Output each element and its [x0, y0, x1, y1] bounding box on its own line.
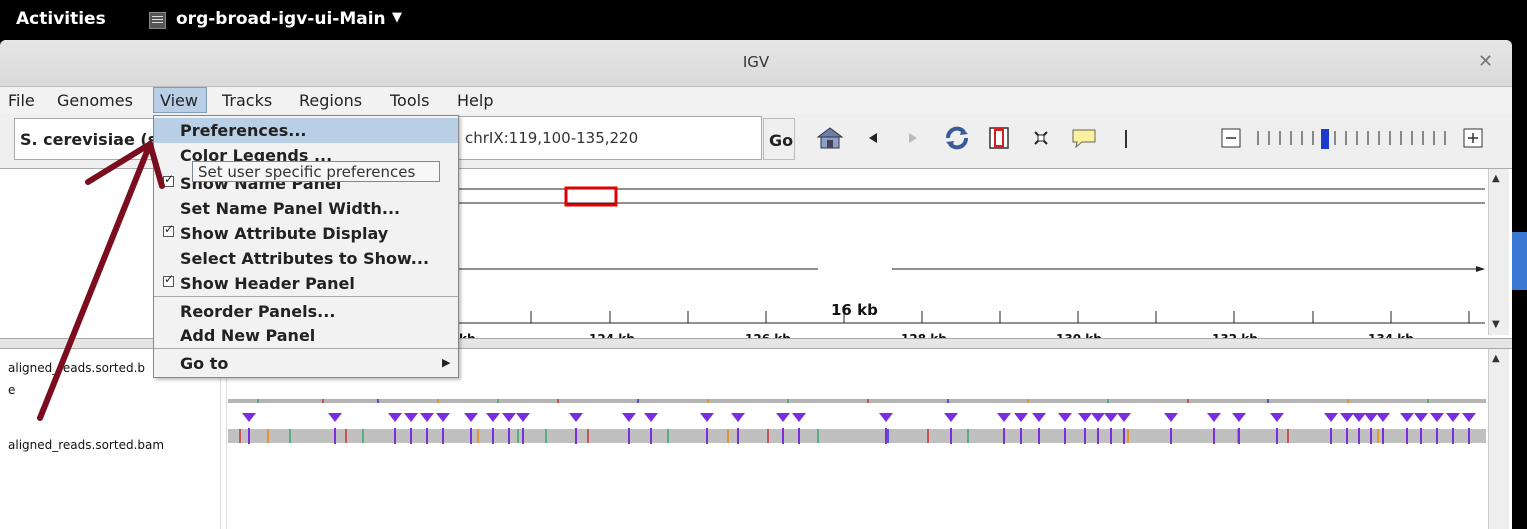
activities-button[interactable]: Activities — [16, 9, 106, 29]
menu-item-show-attribute-display[interactable]: Show Attribute Display — [154, 221, 458, 246]
menu-separator — [154, 296, 458, 297]
close-icon[interactable]: ✕ — [1478, 51, 1493, 72]
menu-bar: File Genomes View Tracks Regions Tools H… — [0, 87, 1512, 114]
window-title: IGV — [742, 53, 770, 71]
menu-item-label: Show Header Panel — [180, 274, 355, 293]
popup-text-icon[interactable] — [1070, 126, 1098, 150]
app-menu-label[interactable]: org-broad-igv-ui-Main — [176, 9, 386, 29]
go-button[interactable]: Go — [763, 118, 795, 160]
menu-tracks[interactable]: Tracks — [222, 91, 272, 110]
menu-genomes[interactable]: Genomes — [57, 91, 133, 110]
toolbar-divider — [1125, 130, 1127, 148]
current-region-box — [564, 186, 618, 207]
view-menu-popup: Preferences... Color Legends ... Show Na… — [153, 115, 459, 378]
alignment-track-label[interactable]: aligned_reads.sorted.bam — [8, 438, 164, 452]
scroll-up-icon[interactable]: ▲ — [1492, 353, 1500, 364]
menu-regions[interactable]: Regions — [299, 91, 362, 110]
menu-item-label: Preferences... — [180, 121, 307, 140]
coverage-bar — [228, 399, 1486, 403]
data-scrollbar[interactable]: ▲ — [1488, 349, 1509, 529]
locus-search-input[interactable]: chrIX:119,100-135,220 — [458, 116, 762, 160]
region-of-interest-icon[interactable] — [988, 126, 1010, 150]
window-titlebar[interactable]: IGV ✕ — [0, 40, 1512, 87]
menu-item-label: Reorder Panels... — [180, 302, 336, 321]
submenu-arrow-icon: ▶ — [442, 356, 451, 369]
tooltip-text: Set user specific preferences — [198, 163, 416, 181]
app-menu-icon — [149, 12, 166, 29]
locus-search-value: chrIX:119,100-135,220 — [465, 129, 639, 147]
menu-item-reorder-panels[interactable]: Reorder Panels... — [154, 299, 458, 324]
menu-item-preferences[interactable]: Preferences... — [154, 118, 458, 143]
tooltip: Set user specific preferences — [192, 161, 440, 182]
resize-icon[interactable] — [1030, 126, 1052, 150]
ruler-span-label: 16 kb — [831, 301, 878, 319]
annotation-arrow — [37, 141, 165, 421]
zoom-slider[interactable] — [1220, 124, 1490, 154]
menu-item-set-name-panel-width[interactable]: Set Name Panel Width... — [154, 196, 458, 221]
scroll-down-icon[interactable]: ▼ — [1492, 319, 1500, 330]
menu-view[interactable]: View — [160, 91, 198, 110]
scroll-up-icon[interactable]: ▲ — [1492, 173, 1500, 184]
forward-arrow-icon[interactable] — [905, 126, 921, 150]
home-icon[interactable] — [815, 126, 845, 150]
system-top-bar: Activities org-broad-igv-ui-Main ▼ — [0, 0, 1527, 40]
menu-file[interactable]: File — [8, 91, 35, 110]
menu-item-label: Add New Panel — [180, 326, 316, 345]
menu-item-select-attributes[interactable]: Select Attributes to Show... — [154, 246, 458, 271]
menu-tools[interactable]: Tools — [390, 91, 429, 110]
menu-item-label: Select Attributes to Show... — [180, 249, 430, 268]
go-button-label: Go — [769, 131, 794, 150]
menu-item-label: Go to — [180, 354, 229, 373]
menu-item-add-new-panel[interactable]: Add New Panel — [154, 323, 458, 348]
insertion-markers — [242, 413, 1476, 422]
menu-item-label: Show Attribute Display — [180, 224, 389, 243]
back-arrow-icon[interactable] — [865, 126, 881, 150]
menu-help[interactable]: Help — [457, 91, 493, 110]
menu-item-go-to[interactable]: Go to ▶ — [154, 351, 458, 376]
background-window-edge — [1512, 232, 1527, 290]
read-bar — [228, 429, 1486, 443]
chevron-down-icon[interactable]: ▼ — [392, 10, 402, 25]
menu-item-label: Set Name Panel Width... — [180, 199, 401, 218]
menu-separator — [154, 348, 458, 349]
header-scrollbar[interactable]: ▲ ▼ — [1488, 169, 1509, 335]
alignment-track[interactable] — [228, 389, 1486, 449]
menu-item-show-header-panel[interactable]: Show Header Panel — [154, 271, 458, 296]
refresh-icon[interactable] — [942, 126, 972, 150]
